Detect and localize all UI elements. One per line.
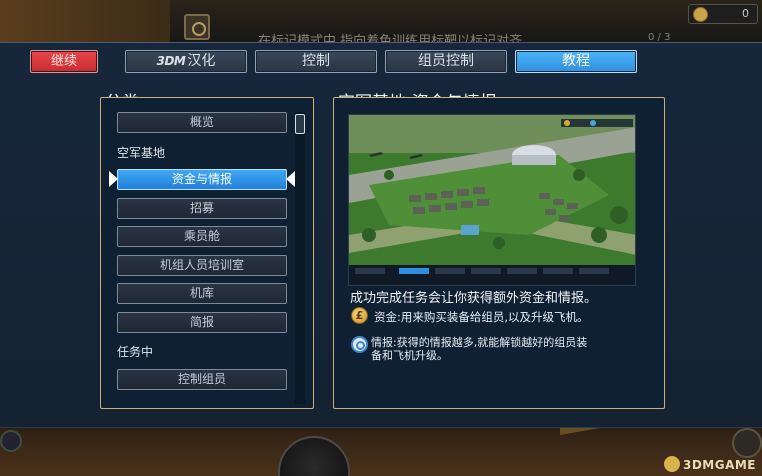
- tab-crew-control[interactable]: 组员控制: [385, 50, 507, 73]
- selection-arrow-right-icon: [286, 171, 295, 187]
- watermark-logo-icon: [663, 456, 680, 472]
- category-scroll-track[interactable]: [295, 112, 305, 404]
- category-item[interactable]: 概览: [117, 112, 287, 133]
- continue-button[interactable]: 继续: [30, 50, 98, 73]
- coin-value: 0: [742, 7, 749, 20]
- watermark-text: 3DMGAME: [682, 458, 756, 472]
- tutorial-panel: 成功完成任务会让你获得额外资金和情报。 £ 资金:用来购买装备给组员,以及升级飞…: [333, 97, 665, 409]
- hud-round-button-right: [732, 428, 762, 458]
- hud-coin-counter: 0: [688, 4, 758, 24]
- tab-tutorial[interactable]: 教程: [515, 50, 637, 73]
- category-scrollbar[interactable]: [295, 114, 305, 134]
- active-item-markers: [109, 169, 295, 190]
- coin-icon: [693, 7, 708, 22]
- airbase-illustration: [349, 115, 635, 285]
- category-section-label: 空军基地: [117, 145, 166, 160]
- category-panel: 概览 空军基地 资金与情报 招募 乘员舱 机组人员培训室 机库 简报 任务中 控制组员: [100, 97, 314, 409]
- category-item[interactable]: 控制组员: [117, 368, 287, 390]
- selection-arrow-left-icon: [109, 171, 118, 187]
- intel-description-line-1: 情报:获得的情报越多,就能解锁越好的组员装: [371, 336, 588, 349]
- localization-button[interactable]: 3DM 汉化: [125, 50, 247, 73]
- money-coin-icon: £: [351, 307, 368, 324]
- topic-intro-text: 成功完成任务会让你获得额外资金和情报。: [350, 291, 598, 306]
- hud-round-button-left: [0, 430, 22, 452]
- tab-control[interactable]: 控制: [255, 50, 377, 73]
- hud-top-left-panel: [0, 0, 170, 44]
- money-description: 资金:用来购买装备给组员,以及升级飞机。: [374, 310, 589, 324]
- category-item[interactable]: 乘员舱: [117, 226, 287, 247]
- category-item[interactable]: 招募: [117, 197, 287, 219]
- watermark: 3DMGAME: [663, 456, 756, 472]
- tutorial-menu-overlay: 继续 3DM汉化 控制 组员控制 教程 分类 空军基地:资金与情报 概览空军基地…: [0, 42, 762, 428]
- category-item[interactable]: 机组人员培训室: [117, 254, 287, 276]
- airbase-screenshot: [348, 114, 636, 286]
- 3dm-logo: 3DM: [156, 54, 186, 68]
- category-item[interactable]: 简报: [117, 311, 287, 333]
- category-item[interactable]: 机库: [117, 283, 287, 304]
- intel-target-icon: [351, 336, 368, 353]
- target-icon: [184, 14, 210, 40]
- localization-label: 汉化: [187, 53, 216, 69]
- category-section-label: 任务中: [117, 345, 154, 359]
- intel-description-line-2: 备和飞机升级。: [371, 349, 448, 362]
